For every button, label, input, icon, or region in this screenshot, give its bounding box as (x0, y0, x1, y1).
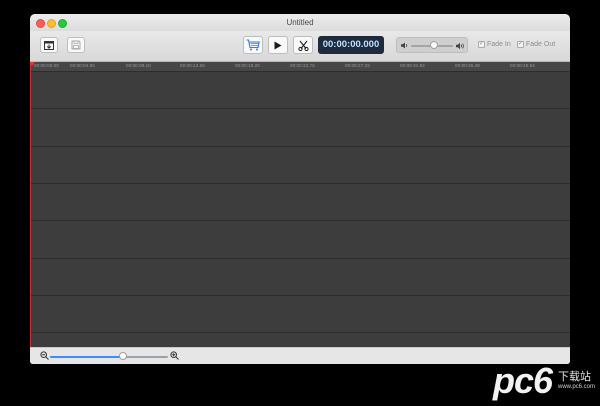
fade-in-label: Fade In (487, 41, 511, 48)
fade-out-checkmark-icon: ✓ (517, 41, 524, 48)
watermark-url: www.pc6.com (558, 384, 596, 390)
app-window: Untitled 00:00:00.000 ✓ Fade In ✓ Fade O… (30, 14, 570, 364)
watermark-cn-text: 下载站 (558, 371, 591, 383)
zoom-slider-track[interactable] (50, 356, 168, 358)
import-button[interactable] (40, 37, 58, 53)
volume-slider-knob[interactable] (430, 41, 439, 49)
track-divider (30, 146, 570, 147)
zoom-in-icon[interactable] (170, 351, 179, 360)
zoom-slider-knob[interactable] (119, 352, 128, 360)
fade-in-checkbox[interactable]: ✓ Fade In (478, 41, 511, 48)
ruler-tick-label: 00:00:36.39 (455, 63, 480, 68)
track-divider (30, 258, 570, 259)
ruler-tick-label: 00:00:09.10 (126, 63, 151, 68)
time-ruler[interactable]: 00:00:00.00 00:00:04.55 00:00:09.10 00:0… (30, 62, 570, 72)
zoom-slider-fill (50, 356, 124, 358)
fade-out-checkbox[interactable]: ✓ Fade Out (517, 41, 555, 48)
track-divider (30, 332, 570, 333)
volume-low-icon (401, 42, 408, 49)
save-button[interactable] (67, 37, 85, 53)
close-window-button[interactable] (36, 19, 45, 28)
playhead-marker-icon[interactable] (30, 62, 35, 66)
volume-control (396, 37, 468, 53)
window-title: Untitled (286, 18, 314, 27)
ruler-tick-label: 00:00:22.75 (290, 63, 315, 68)
ruler-tick-label: 00:00:00.00 (34, 63, 59, 68)
fade-out-label: Fade Out (526, 41, 556, 48)
ruler-tick-label: 00:00:04.55 (70, 63, 95, 68)
watermark-brand: pc6 (493, 360, 553, 401)
title-bar: Untitled (30, 14, 570, 31)
cut-button[interactable] (293, 36, 313, 54)
play-button[interactable] (268, 36, 288, 54)
track-divider (30, 295, 570, 296)
volume-high-icon (456, 42, 464, 49)
watermark-logo: pc6 下载站 www.pc6.com (460, 360, 600, 404)
fade-in-checkmark-icon: ✓ (478, 41, 485, 48)
store-button[interactable] (243, 36, 263, 54)
timeline-area[interactable]: 00:00:00.00 00:00:04.55 00:00:09.10 00:0… (30, 62, 570, 347)
track-divider (30, 220, 570, 221)
zoom-out-icon[interactable] (40, 351, 49, 360)
ruler-tick-label: 00:00:40.94 (510, 63, 535, 68)
zoom-window-button[interactable] (58, 19, 67, 28)
timecode-display: 00:00:00.000 (318, 36, 384, 54)
track-divider (30, 183, 570, 184)
minimize-window-button[interactable] (47, 19, 56, 28)
ruler-tick-label: 00:00:27.29 (345, 63, 370, 68)
save-icon (71, 40, 81, 50)
playhead[interactable] (30, 62, 35, 347)
toolbar: 00:00:00.000 ✓ Fade In ✓ Fade Out (30, 31, 570, 62)
ruler-tick-label: 00:00:13.65 (180, 63, 205, 68)
import-icon (44, 40, 54, 50)
scissors-icon (297, 40, 309, 51)
store-cart-icon (246, 39, 260, 51)
ruler-tick-label: 00:00:31.84 (400, 63, 425, 68)
track-divider (30, 108, 570, 109)
ruler-tick-label: 00:00:18.20 (235, 63, 260, 68)
play-icon (274, 41, 282, 49)
